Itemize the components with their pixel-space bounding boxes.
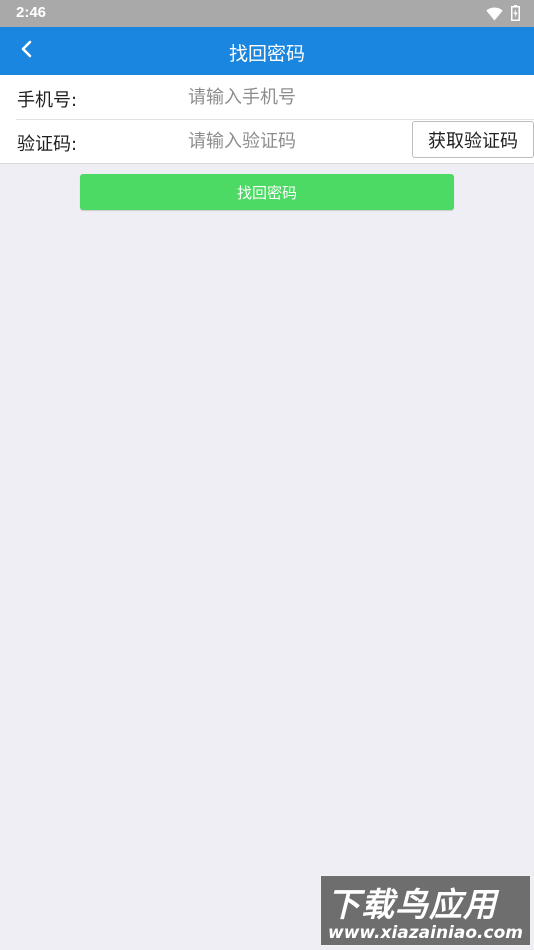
status-icons: [486, 5, 520, 25]
status-bar: 2:46: [0, 0, 534, 27]
app-bar: 找回密码: [0, 27, 534, 75]
watermark: 下载鸟应用 www.xiazainiao.com: [320, 875, 531, 946]
recover-password-button[interactable]: 找回密码: [80, 174, 454, 210]
code-row: 验证码: 获取验证码: [0, 119, 534, 163]
code-label: 验证码:: [17, 134, 78, 155]
form-area: 手机号: 验证码: 获取验证码: [0, 75, 534, 164]
watermark-title: 下载鸟应用: [327, 885, 497, 924]
page-title: 找回密码: [228, 43, 305, 65]
code-input[interactable]: [186, 125, 406, 157]
watermark-url: www.xiazainiao.com: [328, 923, 523, 943]
phone-label: 手机号:: [17, 90, 78, 111]
status-time: 2:46: [16, 4, 47, 21]
get-code-button[interactable]: 获取验证码: [412, 121, 534, 158]
phone-row: 手机号:: [0, 75, 534, 119]
battery-icon: [511, 5, 520, 25]
wifi-icon: [486, 6, 503, 25]
phone-input[interactable]: [186, 81, 510, 113]
